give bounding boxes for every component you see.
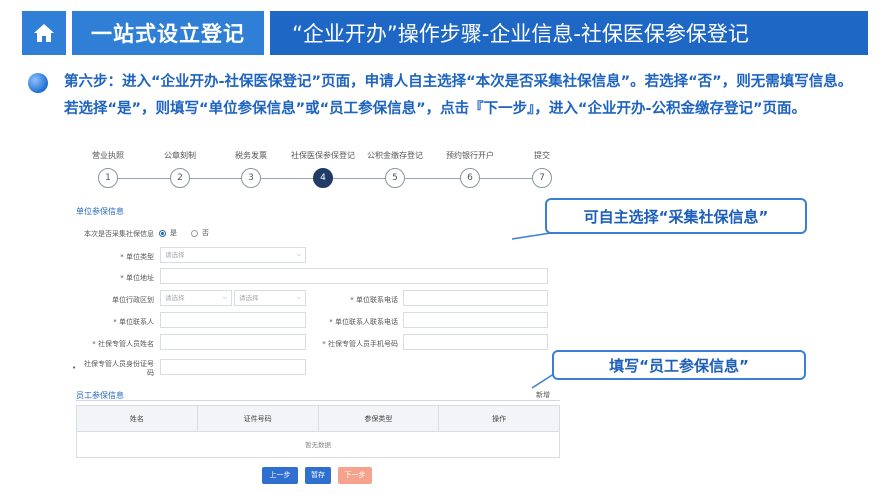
chevron-down-icon: ⌵ [296,294,301,301]
step-6[interactable]: 预约银行开户 6 [432,150,508,188]
radio-no-label: 否 [202,229,209,237]
chevron-down-icon: ⌵ [296,251,301,258]
ss-manager-mobile-input[interactable] [403,334,548,350]
next-button[interactable]: 下一步 [338,467,372,484]
step-label: 营业执照 [92,151,124,160]
save-button[interactable]: 暂存 [305,467,331,484]
step-circle: 1 [98,168,118,188]
header-banner: 一站式设立登记 “企业开办”操作步骤-企业信息-社保医保参保登记 [22,11,868,55]
step-circle-active: 4 [313,168,333,188]
home-button[interactable] [22,11,66,55]
step-circle: 2 [170,168,190,188]
step-4[interactable]: 社保医保参保登记 4 [285,150,361,188]
radio-no[interactable] [191,229,198,237]
unit-type-placeholder: 请选择 [165,251,185,259]
bullet-icon [28,73,48,93]
instruction-text: 第六步：进入“企业开办-社保医保登记”页面，申请人自主选择“本次是否采集社保信息… [64,74,853,117]
step-label: 预约银行开户 [446,151,494,160]
radio-yes[interactable] [159,229,166,237]
divider [76,400,560,401]
unit-address-input[interactable] [160,268,548,284]
callout-employee: 填写“员工参保信息” [552,350,806,380]
unit-section-title: 单位参保信息 [76,207,124,216]
ss-manager-id-label: • 社保专管人员身份证号 码 [72,360,154,378]
step-circle: 6 [460,168,480,188]
step-5[interactable]: 公积金缴存登记 5 [357,150,433,188]
ss-manager-id-label-line1: 社保专管人员身份证号 [84,360,154,368]
step-2[interactable]: 公章刻制 2 [142,150,218,188]
column-header-id: 证件号码 [198,406,319,431]
ss-manager-id-label-line2: 码 [147,369,154,377]
collect-radio-group: 是 否 [159,228,209,238]
step-label: 税务发票 [235,151,267,160]
home-icon [34,24,54,42]
prev-button[interactable]: 上一步 [262,467,298,484]
step-label: 公章刻制 [164,151,196,160]
region-placeholder: 请选择 [239,294,259,302]
add-employee-link[interactable]: 新增 [536,390,550,400]
page-title: 一站式设立登记 [72,11,264,55]
region-placeholder: 请选择 [165,294,185,302]
unit-contact-label: * 单位联系人 [113,318,154,326]
table-header: 姓名 证件号码 参保类型 操作 [77,406,559,432]
step-1[interactable]: 营业执照 1 [70,150,146,188]
column-header-action: 操作 [492,415,507,423]
step-3[interactable]: 税务发票 3 [213,150,289,188]
unit-type-label: * 单位类型 [120,253,154,261]
region-label: 单位行政区划 [112,296,154,304]
column-header-name: 姓名 [77,406,198,431]
collect-label: 本次是否采集社保信息 [84,230,154,238]
stepper: 营业执照 1 公章刻制 2 税务发票 3 社保医保参保登记 4 公积金缴存登记 … [70,150,570,195]
step-label: 公积金缴存登记 [367,151,423,160]
required-marker: • [72,364,77,372]
region-city-select[interactable]: 请选择 ⌵ [234,290,306,306]
unit-contact-input[interactable] [160,312,306,328]
column-header-type: 参保类型 [319,406,440,431]
step-circle: 7 [532,168,552,188]
step-label: 提交 [534,151,550,160]
region-province-select[interactable]: 请选择 ⌵ [160,290,232,306]
step-7[interactable]: 提交 7 [504,150,580,188]
unit-address-label: * 单位地址 [120,274,154,282]
step-label: 社保医保参保登记 [291,151,355,160]
radio-yes-label: 是 [170,229,177,237]
unit-contact-phone-label: * 单位联系人联系电话 [329,318,398,326]
unit-type-select[interactable]: 请选择 ⌵ [160,247,306,263]
unit-phone-label: * 单位联系电话 [350,296,398,304]
employee-table: 姓名 证件号码 参保类型 操作 暂无数据 [76,405,560,458]
chevron-down-icon: ⌵ [222,294,227,301]
step-circle: 5 [385,168,405,188]
ss-manager-name-label: * 社保专管人员姓名 [92,340,154,348]
step-circle: 3 [241,168,261,188]
unit-phone-input[interactable] [403,290,548,306]
unit-contact-phone-input[interactable] [403,312,548,328]
ss-manager-id-input[interactable] [160,359,306,375]
table-empty-text: 暂无数据 [305,441,331,449]
callout-collect: 可自主选择“采集社保信息” [545,198,807,234]
page-subtitle: “企业开办”操作步骤-企业信息-社保医保参保登记 [270,11,868,55]
ss-manager-name-input[interactable] [160,334,306,350]
ss-manager-mobile-label: * 社保专管人员手机号码 [322,340,398,348]
